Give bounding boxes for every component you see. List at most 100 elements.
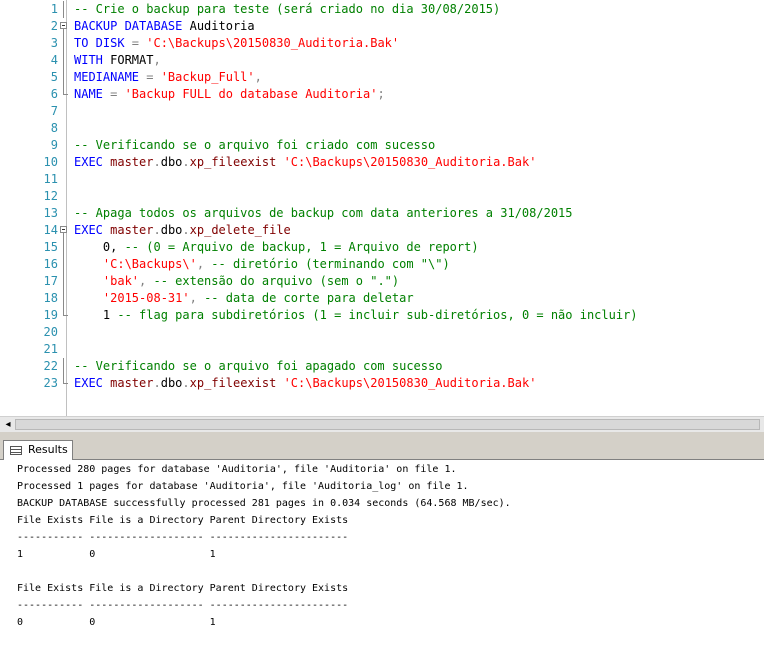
code-token: 'C:\Backups\20150830_Auditoria.Bak'	[283, 155, 537, 169]
code-token: 'C:\Backups\20150830_Auditoria.Bak'	[283, 376, 537, 390]
code-token: FORMAT	[110, 53, 154, 67]
result-line: File Exists File is a Directory Parent D…	[17, 583, 349, 594]
code-token: 'Backup_Full'	[160, 70, 255, 84]
line-number: 11	[43, 172, 58, 186]
code-text: BACKUP DATABASE Auditoria	[74, 18, 255, 35]
fold-guide	[60, 290, 69, 307]
code-line[interactable]: 9 -- Verificando se o arquivo foi criado …	[0, 137, 764, 154]
code-line[interactable]: 22 -- Verificando se o arquivo foi apagad…	[0, 358, 764, 375]
code-token: -- data de corte para deletar	[204, 291, 414, 305]
code-token: '2015-08-31'	[102, 291, 190, 305]
result-line: ----------- ------------------- --------…	[17, 532, 349, 543]
code-line[interactable]: 8	[0, 120, 764, 137]
fold-guide	[60, 52, 69, 69]
code-token: xp_fileexist	[189, 376, 284, 390]
code-line[interactable]: 1 -- Crie o backup para teste (será criad…	[0, 1, 764, 18]
code-text: EXEC master.dbo.xp_delete_file	[74, 222, 291, 239]
code-token: 'C:\Backups\20150830_Auditoria.Bak'	[146, 36, 400, 50]
code-token: dbo	[160, 223, 183, 237]
code-line[interactable]: 23 EXEC master.dbo.xp_fileexist 'C:\Backu…	[0, 375, 764, 392]
code-line[interactable]: 3 TO DISK = 'C:\Backups\20150830_Auditori…	[0, 35, 764, 52]
code-line[interactable]: 14 EXEC master.dbo.xp_delete_file	[0, 222, 764, 239]
code-token: =	[146, 70, 161, 84]
line-number: 8	[50, 121, 58, 135]
code-text: TO DISK = 'C:\Backups\20150830_Auditoria…	[74, 35, 399, 52]
code-line[interactable]: 10 EXEC master.dbo.xp_fileexist 'C:\Backu…	[0, 154, 764, 171]
code-token: 'C:\Backups\'	[102, 257, 197, 271]
line-number: 1	[50, 2, 58, 16]
code-token: xp_fileexist	[189, 155, 284, 169]
code-token: -- Apaga todos os arquivos de backup com…	[74, 206, 573, 220]
code-token: .	[182, 223, 190, 237]
result-line: ----------- ------------------- --------…	[17, 600, 349, 611]
collapse-icon[interactable]	[60, 222, 69, 239]
code-token: =	[110, 87, 125, 101]
horizontal-scrollbar[interactable]: ◂	[0, 416, 764, 432]
code-line[interactable]: 15 0, -- (0 = Arquivo de backup, 1 = Arq…	[0, 239, 764, 256]
tab-results[interactable]: Results	[3, 440, 73, 460]
line-number: 3	[50, 36, 58, 50]
fold-guide	[60, 273, 69, 290]
code-line[interactable]: 2 BACKUP DATABASE Auditoria	[0, 18, 764, 35]
code-token: master	[110, 376, 154, 390]
code-line[interactable]: 20	[0, 324, 764, 341]
line-number: 19	[43, 308, 58, 322]
code-text: -- Verificando se o arquivo foi apagado …	[74, 358, 442, 375]
line-number: 4	[50, 53, 58, 67]
grid-icon	[10, 446, 22, 455]
code-line[interactable]: 16 'C:\Backups\', -- diretório (terminan…	[0, 256, 764, 273]
code-line[interactable]: 17 'bak', -- extensão do arquivo (sem o …	[0, 273, 764, 290]
code-token: .	[182, 376, 190, 390]
code-token: TO DISK	[74, 36, 132, 50]
code-token: 1	[74, 308, 118, 322]
code-token: -- Crie o backup para teste (será criado…	[74, 2, 501, 16]
code-line[interactable]: 4 WITH FORMAT,	[0, 52, 764, 69]
code-line[interactable]: 6 NAME = 'Backup FULL do database Auditor…	[0, 86, 764, 103]
code-token: MEDIANAME	[74, 70, 147, 84]
code-text: 'bak', -- extensão do arquivo (sem o "."…	[74, 273, 399, 290]
code-line[interactable]: 21	[0, 341, 764, 358]
sql-editor[interactable]: 1 -- Crie o backup para teste (será criad…	[0, 0, 764, 416]
code-token: =	[131, 36, 147, 50]
code-line[interactable]: 5 MEDIANAME = 'Backup_Full',	[0, 69, 764, 86]
line-number: 5	[50, 70, 58, 84]
code-token: ,	[153, 53, 161, 67]
line-number: 17	[43, 274, 58, 288]
fold-gutter	[60, 324, 69, 341]
line-number: 13	[43, 206, 58, 220]
scroll-left-arrow-icon[interactable]: ◂	[2, 419, 14, 431]
result-line: File Exists File is a Directory Parent D…	[17, 515, 349, 526]
code-token: -- (0 = Arquivo de backup, 1 = Arquivo d…	[124, 240, 479, 254]
collapse-icon[interactable]	[60, 18, 69, 35]
code-token: EXEC	[74, 376, 111, 390]
scrollbar-thumb[interactable]	[15, 419, 760, 430]
fold-guide	[60, 358, 69, 375]
code-token: EXEC	[74, 155, 111, 169]
results-tab-bar: Results	[0, 438, 764, 460]
code-line[interactable]: 11	[0, 171, 764, 188]
code-line[interactable]: 13 -- Apaga todos os arquivos de backup c…	[0, 205, 764, 222]
code-token: -- flag para subdiretórios (1 = incluir …	[117, 308, 638, 322]
code-token: xp_delete_file	[189, 223, 291, 237]
fold-gutter	[60, 188, 69, 205]
line-number: 21	[43, 342, 58, 356]
code-token: Auditoria	[189, 19, 255, 33]
code-token: EXEC	[74, 223, 111, 237]
code-text: '2015-08-31', -- data de corte para dele…	[74, 290, 414, 307]
code-token: NAME	[74, 87, 111, 101]
code-token: 'bak'	[102, 274, 140, 288]
code-token: 'Backup FULL do database Auditoria'	[124, 87, 378, 101]
code-token: ,	[196, 257, 212, 271]
code-line[interactable]: 19 1 -- flag para subdiretórios (1 = inc…	[0, 307, 764, 324]
code-token: ,	[139, 274, 154, 288]
results-pane[interactable]: Processed 280 pages for database 'Audito…	[0, 460, 764, 659]
code-line[interactable]: 7	[0, 103, 764, 120]
code-line[interactable]: 12	[0, 188, 764, 205]
result-line: Processed 280 pages for database 'Audito…	[17, 464, 457, 475]
code-token: master	[110, 223, 154, 237]
fold-end	[60, 86, 69, 103]
code-line[interactable]: 18 '2015-08-31', -- data de corte para d…	[0, 290, 764, 307]
code-token: 0,	[74, 240, 125, 254]
